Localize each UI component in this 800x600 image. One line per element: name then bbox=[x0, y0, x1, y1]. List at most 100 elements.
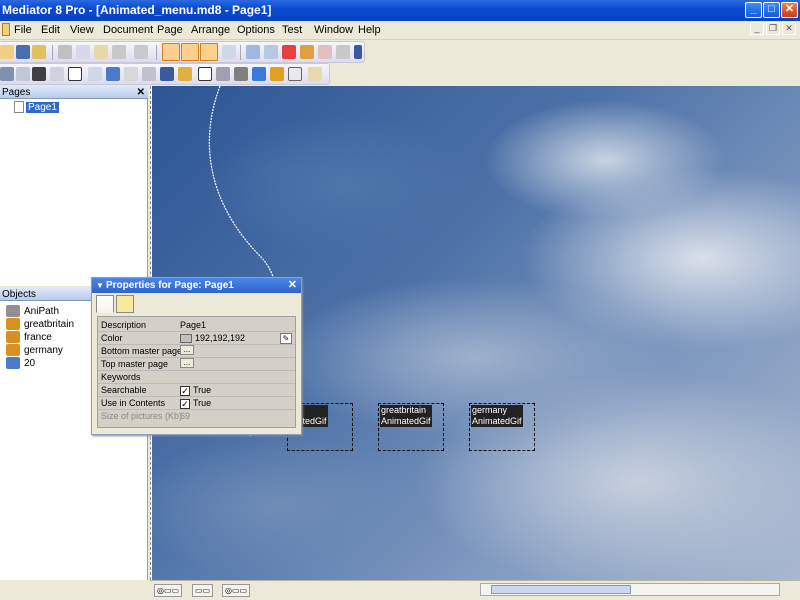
layout-button[interactable]: ▭▭ bbox=[192, 584, 214, 597]
property-row-description[interactable]: Description Page1 bbox=[98, 319, 295, 332]
form-field-icon[interactable] bbox=[288, 67, 302, 81]
undo-icon[interactable] bbox=[134, 45, 148, 59]
path-icon[interactable] bbox=[216, 67, 230, 81]
properties-close-icon[interactable]: ✕ bbox=[288, 278, 297, 293]
object-item-france[interactable]: france bbox=[6, 331, 52, 343]
tab-notes[interactable] bbox=[116, 295, 134, 313]
title-bar: Mediator 8 Pro - [Animated_menu.md8 - Pa… bbox=[0, 0, 800, 21]
properties-title-bar[interactable]: ▼ Properties for Page: Page1 ✕ bbox=[92, 278, 301, 293]
canvas-object-greatbritain[interactable]: greatbritain AnimatedGif bbox=[378, 403, 444, 451]
video-icon[interactable] bbox=[160, 67, 174, 81]
color-picker-icon[interactable]: ✎ bbox=[280, 333, 292, 344]
document-icon[interactable] bbox=[2, 23, 10, 36]
property-row-keywords[interactable]: Keywords bbox=[98, 371, 295, 384]
object-item-20[interactable]: 20 bbox=[6, 357, 35, 369]
preview-mode-button[interactable]: ◎▭▭ bbox=[222, 584, 251, 597]
paste-icon[interactable] bbox=[94, 45, 108, 59]
copy-icon[interactable] bbox=[76, 45, 90, 59]
script-icon[interactable] bbox=[308, 67, 322, 81]
object-item-anipath[interactable]: AniPath bbox=[6, 305, 59, 317]
maximize-button[interactable]: □ bbox=[763, 2, 780, 18]
textbox-icon[interactable] bbox=[50, 67, 64, 81]
export-icon[interactable] bbox=[318, 45, 332, 59]
color-value[interactable]: 192,192,192 bbox=[195, 332, 245, 345]
grid-tool-icon[interactable] bbox=[181, 43, 199, 61]
property-row-use-in-contents[interactable]: Use in Contents ✓ True bbox=[98, 397, 295, 410]
flash-icon[interactable] bbox=[234, 67, 248, 81]
list-icon[interactable] bbox=[222, 45, 236, 59]
check-icon[interactable] bbox=[282, 45, 296, 59]
cut-icon[interactable] bbox=[58, 45, 72, 59]
mdi-minimize-button[interactable]: _ bbox=[750, 22, 764, 35]
menu-options[interactable]: Options bbox=[237, 24, 275, 36]
horizontal-scrollbar[interactable] bbox=[480, 583, 780, 596]
property-row-top-master[interactable]: Top master page ... bbox=[98, 358, 295, 371]
media-icon[interactable] bbox=[270, 67, 284, 81]
image-icon bbox=[6, 357, 20, 369]
object-type-text: AnimatedGif bbox=[472, 416, 522, 426]
preview-icon[interactable] bbox=[264, 45, 278, 59]
minimize-button[interactable]: _ bbox=[745, 2, 762, 18]
select-tool-icon[interactable] bbox=[162, 43, 180, 61]
menu-document[interactable]: Document bbox=[103, 24, 153, 36]
page-label[interactable]: Page1 bbox=[26, 101, 59, 113]
delete-icon[interactable] bbox=[112, 45, 126, 59]
browse-button[interactable]: ... bbox=[180, 358, 194, 368]
description-value[interactable]: Page1 bbox=[180, 319, 206, 332]
searchable-checkbox[interactable]: ✓ bbox=[180, 385, 190, 396]
menu-arrange[interactable]: Arrange bbox=[191, 24, 230, 36]
property-grid: Description Page1 Color 192,192,192 ✎ Bo… bbox=[97, 316, 296, 428]
line-icon[interactable] bbox=[124, 67, 138, 81]
object-item-greatbritain[interactable]: greatbritain bbox=[6, 318, 74, 330]
image-icon[interactable] bbox=[106, 67, 120, 81]
animated-gif-icon[interactable] bbox=[178, 67, 192, 81]
mdi-controls: _ ❐ ✕ bbox=[750, 22, 796, 35]
canvas-object-germany[interactable]: germany AnimatedGif bbox=[469, 403, 535, 451]
menu-help[interactable]: Help bbox=[358, 24, 381, 36]
menu-file[interactable]: File bbox=[14, 24, 32, 36]
menu-window[interactable]: Window bbox=[314, 24, 353, 36]
menu-edit[interactable]: Edit bbox=[41, 24, 60, 36]
mdi-close-button[interactable]: ✕ bbox=[782, 22, 796, 35]
rectangle-icon[interactable] bbox=[68, 67, 82, 81]
text-icon[interactable] bbox=[32, 67, 46, 81]
close-button[interactable]: ✕ bbox=[781, 2, 798, 18]
mdi-restore-button[interactable]: ❐ bbox=[766, 22, 780, 35]
dropdown-arrow-icon[interactable]: ▼ bbox=[96, 278, 104, 293]
new-icon[interactable] bbox=[0, 45, 14, 59]
menu-test[interactable]: Test bbox=[282, 24, 302, 36]
button-icon[interactable] bbox=[88, 67, 102, 81]
property-row-searchable[interactable]: Searchable ✓ True bbox=[98, 384, 295, 397]
sound-icon[interactable] bbox=[142, 67, 156, 81]
scrollbar-thumb[interactable] bbox=[491, 585, 631, 594]
color-swatch bbox=[180, 334, 192, 343]
publish-icon[interactable] bbox=[300, 45, 314, 59]
pointer-icon[interactable] bbox=[0, 67, 14, 81]
object-label: greatbritain bbox=[24, 318, 75, 330]
pdf-icon[interactable] bbox=[336, 45, 350, 59]
save-all-icon[interactable] bbox=[32, 45, 46, 59]
property-row-bottom-master[interactable]: Bottom master page ... bbox=[98, 345, 295, 358]
toolbar-overflow-icon[interactable] bbox=[354, 45, 362, 59]
browse-button[interactable]: ... bbox=[180, 345, 194, 355]
object-label: germany bbox=[24, 344, 63, 356]
use-in-contents-checkbox[interactable]: ✓ bbox=[180, 398, 190, 409]
pages-panel-close-icon[interactable]: ✕ bbox=[137, 86, 145, 99]
snap-tool-icon[interactable] bbox=[200, 43, 218, 61]
page-tree-item[interactable]: Page1 bbox=[14, 101, 59, 113]
property-row-color[interactable]: Color 192,192,192 ✎ bbox=[98, 332, 295, 345]
object-type-text: AnimatedGif bbox=[381, 416, 431, 426]
object-item-germany[interactable]: germany bbox=[6, 344, 63, 356]
rotate-icon[interactable] bbox=[16, 67, 30, 81]
tab-page-properties[interactable] bbox=[96, 295, 114, 313]
play-icon[interactable] bbox=[246, 45, 260, 59]
polygon-icon[interactable] bbox=[198, 67, 212, 81]
menu-page[interactable]: Page bbox=[157, 24, 183, 36]
save-icon[interactable] bbox=[16, 45, 30, 59]
canvas-object-label: germany AnimatedGif bbox=[471, 405, 523, 427]
property-name: Size of pictures (Kb) bbox=[101, 411, 183, 421]
menu-view[interactable]: View bbox=[70, 24, 94, 36]
view-mode-button[interactable]: ◎▭▭ bbox=[154, 584, 183, 597]
property-name: Color bbox=[101, 333, 123, 343]
browser-icon[interactable] bbox=[252, 67, 266, 81]
